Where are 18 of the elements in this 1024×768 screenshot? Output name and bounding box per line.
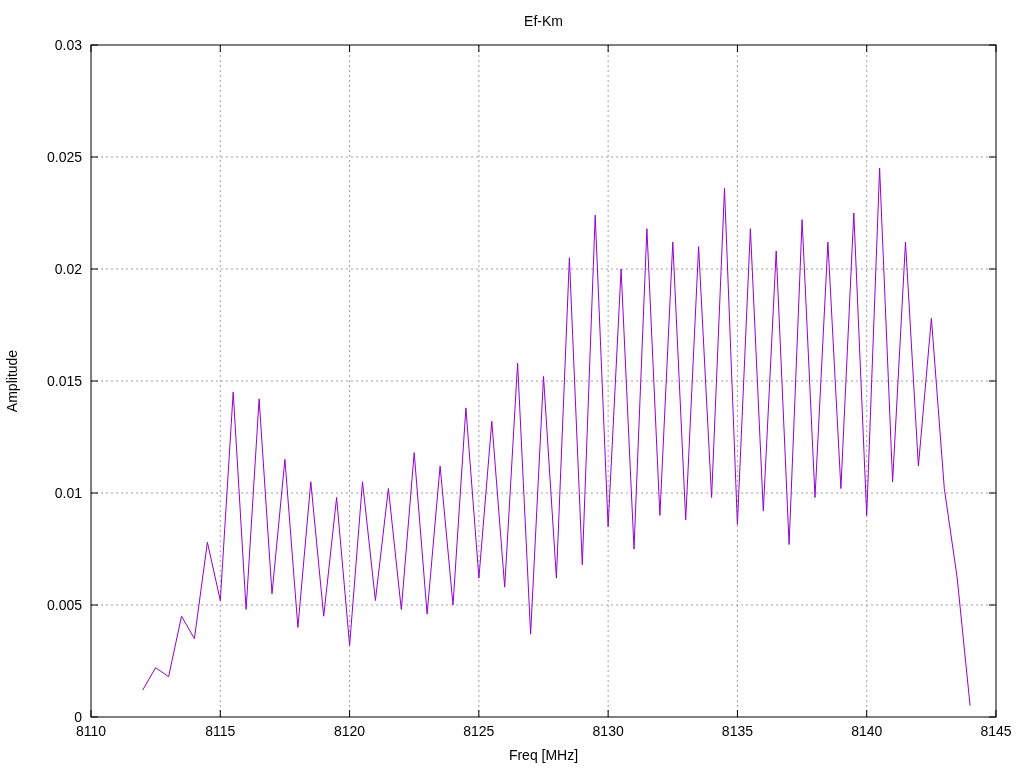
y-tick-label: 0.005 xyxy=(46,597,82,613)
chart-title: Ef-Km xyxy=(524,13,563,29)
y-tick-label: 0.03 xyxy=(54,37,82,53)
x-tick-label: 8145 xyxy=(980,723,1012,739)
x-tick-label: 8125 xyxy=(463,723,495,739)
x-tick-label: 8120 xyxy=(334,723,366,739)
y-axis-label: Amplitude xyxy=(4,349,20,413)
y-tick-label: 0.015 xyxy=(46,373,82,389)
x-axis-label: Freq [MHz] xyxy=(508,747,579,763)
y-tick-label: 0.025 xyxy=(46,149,82,165)
x-tick-label: 8110 xyxy=(75,723,107,739)
y-tick-label: 0 xyxy=(74,709,82,725)
y-tick-label: 0.02 xyxy=(54,261,82,277)
x-tick-label: 8130 xyxy=(592,723,624,739)
x-tick-label: 8140 xyxy=(851,723,883,739)
x-tick-label: 8135 xyxy=(721,723,753,739)
y-tick-label: 0.01 xyxy=(54,485,82,501)
x-tick-label: 8115 xyxy=(205,723,236,739)
